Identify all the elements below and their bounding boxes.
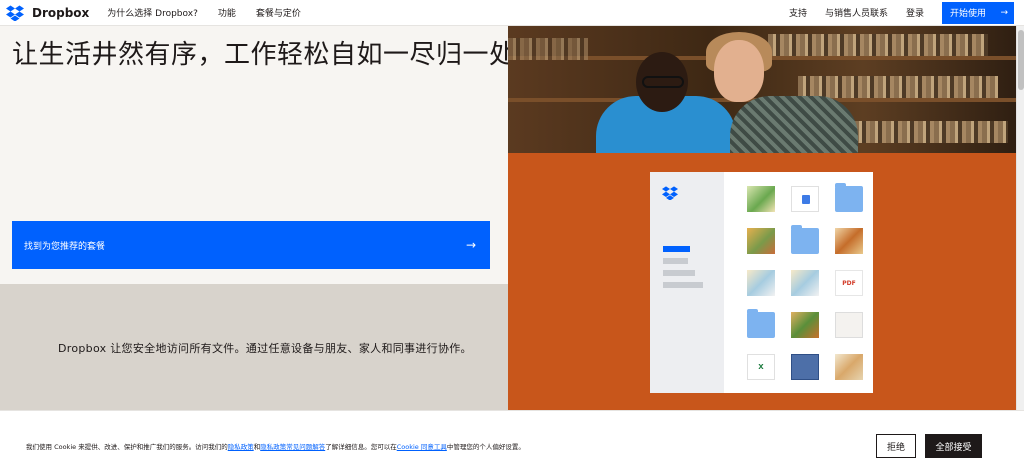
books bbox=[508, 38, 588, 60]
get-started-label: 开始使用 bbox=[950, 9, 987, 19]
arrow-right-icon: → bbox=[1000, 7, 1008, 18]
scrollbar-thumb[interactable] bbox=[1018, 30, 1024, 90]
dropbox-logo-icon bbox=[662, 186, 678, 200]
cookie-text-part: 我们使用 Cookie 来提供、改进、保护和推广我们的服务。访问我们的 bbox=[26, 443, 228, 451]
dropbox-logo-icon bbox=[6, 5, 24, 21]
arrow-right-icon: → bbox=[465, 238, 476, 252]
nav-contact-sales[interactable]: 与销售人员联系 bbox=[825, 6, 888, 19]
nav-login[interactable]: 登录 bbox=[906, 6, 924, 19]
file-grid: PDF X bbox=[724, 172, 873, 393]
pdf-file-icon: PDF bbox=[835, 270, 863, 296]
cookie-consent-tool-link[interactable]: Cookie 同意工具 bbox=[397, 443, 447, 451]
app-mockup-sidebar bbox=[650, 172, 724, 393]
hero-description: Dropbox 让您安全地访问所有文件。通过任意设备与朋友、家人和同事进行协作。 bbox=[58, 342, 472, 355]
find-plan-label: 找到为您推荐的套餐 bbox=[24, 241, 106, 252]
folder-icon bbox=[747, 309, 775, 338]
image-file-thumbnail bbox=[747, 228, 775, 254]
teacher-head bbox=[714, 40, 764, 102]
description-section: Dropbox 让您安全地访问所有文件。通过任意设备与朋友、家人和同事进行协作。 bbox=[0, 284, 508, 410]
sidebar-line bbox=[663, 270, 695, 276]
page-scrollbar[interactable] bbox=[1016, 26, 1024, 410]
image-file-thumbnail bbox=[747, 270, 775, 296]
product-illustration: PDF X bbox=[508, 153, 1016, 410]
privacy-policy-link[interactable]: 隐私政策 bbox=[228, 443, 254, 451]
sidebar-line-active bbox=[663, 246, 690, 252]
doc-file-thumbnail bbox=[791, 186, 819, 212]
image-file-thumbnail bbox=[747, 186, 775, 212]
books bbox=[768, 34, 988, 56]
spreadsheet-file-icon: X bbox=[747, 354, 775, 380]
image-file-thumbnail bbox=[835, 228, 863, 254]
sidebar-line bbox=[663, 282, 703, 288]
privacy-faq-link[interactable]: 隐私政策常见问题解答 bbox=[260, 443, 325, 451]
image-file-thumbnail bbox=[835, 354, 863, 380]
cookie-text-part: 了解详细信息。您可以在 bbox=[325, 443, 397, 451]
sidebar-line bbox=[663, 258, 688, 264]
brand-name: Dropbox bbox=[32, 5, 90, 20]
doc-file-thumbnail bbox=[835, 312, 863, 338]
image-file-thumbnail bbox=[791, 312, 819, 338]
get-started-button[interactable]: 开始使用 → bbox=[942, 1, 1014, 24]
top-nav: Dropbox 为什么选择 Dropbox? 功能 套餐与定价 支持 与销售人员… bbox=[0, 0, 1024, 26]
folder-icon bbox=[791, 225, 819, 254]
hero-photo bbox=[508, 26, 1016, 153]
books bbox=[798, 76, 998, 98]
teacher-figure bbox=[730, 96, 858, 153]
image-file-thumbnail bbox=[791, 354, 819, 380]
nav-features[interactable]: 功能 bbox=[218, 6, 236, 19]
reject-cookies-button[interactable]: 拒绝 bbox=[876, 434, 916, 458]
glasses bbox=[642, 76, 684, 88]
cookie-message: 我们使用 Cookie 来提供、改进、保护和推广我们的服务。访问我们的隐私政策和… bbox=[26, 441, 525, 451]
nav-why-dropbox[interactable]: 为什么选择 Dropbox? bbox=[107, 6, 198, 19]
books bbox=[838, 121, 1008, 143]
image-file-thumbnail bbox=[791, 270, 819, 296]
app-mockup-window: PDF X bbox=[650, 172, 873, 393]
cookie-banner: 我们使用 Cookie 来提供、改进、保护和推广我们的服务。访问我们的隐私政策和… bbox=[0, 410, 1024, 470]
hero-section: 让生活井然有序，工作轻松自如一尽归一处 找到为您推荐的套餐 → bbox=[0, 26, 515, 284]
nav-pricing[interactable]: 套餐与定价 bbox=[256, 6, 301, 19]
nav-support[interactable]: 支持 bbox=[789, 6, 807, 19]
find-plan-button[interactable]: 找到为您推荐的套餐 → bbox=[12, 221, 490, 269]
folder-icon bbox=[835, 183, 863, 212]
hero-title: 让生活井然有序，工作轻松自如一尽归一处 bbox=[12, 40, 516, 70]
accept-all-cookies-button[interactable]: 全部接受 bbox=[925, 434, 982, 458]
dropbox-logo-link[interactable]: Dropbox bbox=[6, 5, 89, 21]
cookie-text-part: 中管理您的个人偏好设置。 bbox=[446, 443, 525, 451]
